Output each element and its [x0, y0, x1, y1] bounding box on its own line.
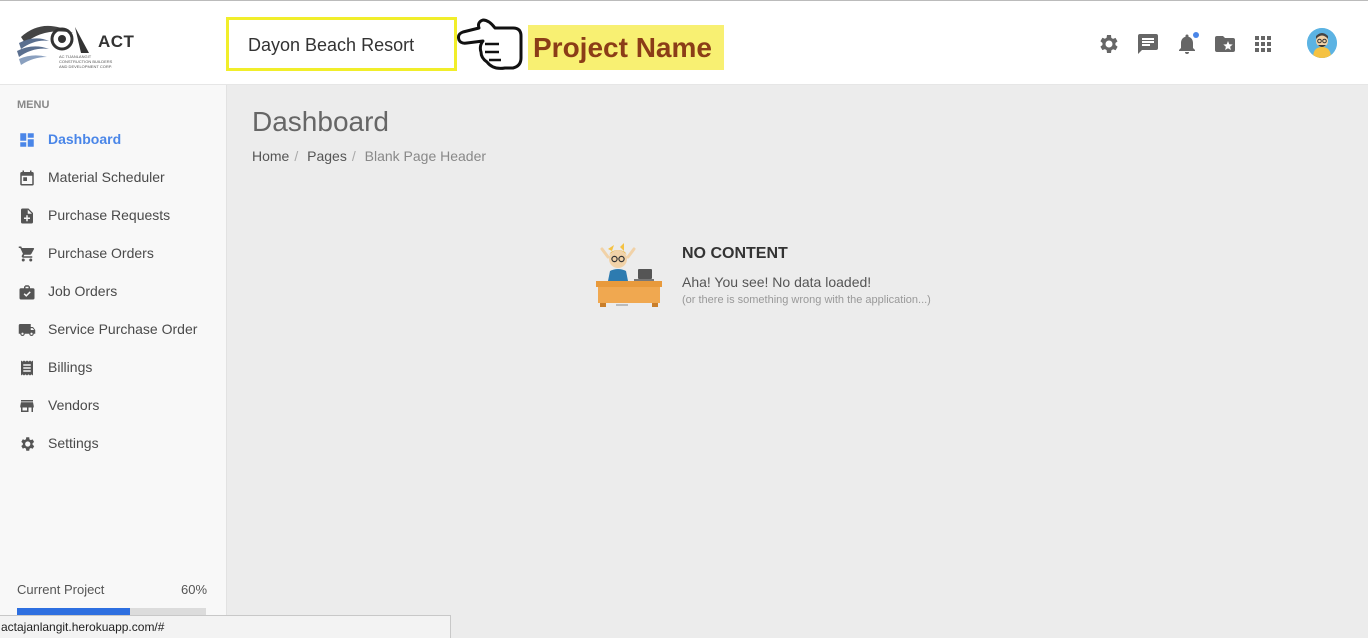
- breadcrumb-pages[interactable]: Pages: [307, 148, 347, 164]
- sidebar-item-purchase-orders[interactable]: Purchase Orders: [0, 234, 226, 272]
- project-name-annotation: Project Name: [528, 25, 724, 70]
- sidebar-item-label: Purchase Requests: [48, 207, 171, 223]
- no-content-message: Aha! You see! No data loaded!: [682, 274, 872, 290]
- sidebar-item-label: Vendors: [48, 397, 100, 413]
- menu-label: MENU: [17, 99, 50, 111]
- top-header: ACT AC TIJANLANGIT CONSTRUCTION BUILDERS…: [0, 0, 1368, 85]
- sidebar-item-vendors[interactable]: Vendors: [0, 386, 226, 424]
- no-content-title: NO CONTENT: [682, 245, 788, 262]
- breadcrumb-current: Blank Page Header: [364, 148, 487, 164]
- sidebar-item-label: Dashboard: [48, 131, 122, 147]
- sidebar-item-billings[interactable]: Billings: [0, 348, 226, 386]
- sidebar-item-dashboard[interactable]: Dashboard: [0, 120, 226, 158]
- current-project-label: Current Project: [17, 582, 105, 597]
- bell-icon[interactable]: [1175, 32, 1199, 56]
- notification-dot: [1193, 32, 1199, 38]
- no-content-illustration-icon: [596, 243, 662, 307]
- main-content: Dashboard Home / Pages / Blank Page Header…: [227, 85, 1368, 638]
- avatar-icon: [1307, 28, 1337, 58]
- sidebar-item-job-orders[interactable]: Job Orders: [0, 272, 226, 310]
- dashboard-icon: [20, 133, 34, 147]
- sidebar-item-label: Job Orders: [48, 283, 118, 299]
- sidebar-item-material-scheduler[interactable]: Material Scheduler: [0, 158, 226, 196]
- sidebar-item-label: Service Purchase Order: [48, 321, 198, 337]
- truck-icon: [18, 324, 36, 336]
- pointing-hand-icon: [457, 18, 523, 70]
- annotation-label: Project Name: [533, 32, 712, 63]
- cart-icon: [18, 246, 35, 262]
- breadcrumb: Home / Pages / Blank Page Header: [252, 148, 487, 164]
- store-icon: [20, 400, 34, 412]
- briefcase-check-icon: [19, 285, 35, 300]
- sidebar: MENU Dashboard Material Scheduler Purcha…: [0, 85, 227, 638]
- calendar-icon: [20, 170, 34, 186]
- sidebar-item-label: Settings: [48, 435, 99, 451]
- status-url: actajanlangit.herokuapp.com/#: [1, 620, 165, 634]
- current-project-percent: 60%: [181, 582, 208, 597]
- page-title: Dashboard: [252, 106, 389, 137]
- project-name-box[interactable]: Dayon Beach Resort: [226, 17, 457, 71]
- sidebar-item-purchase-requests[interactable]: Purchase Requests: [0, 196, 226, 234]
- gear-icon: [21, 437, 35, 451]
- company-logo[interactable]: ACT AC TIJANLANGIT CONSTRUCTION BUILDERS…: [15, 13, 134, 73]
- user-avatar[interactable]: [1307, 28, 1337, 58]
- sidebar-item-label: Billings: [48, 359, 93, 375]
- no-content-submessage: (or there is something wrong with the ap…: [682, 294, 931, 306]
- receipt-icon: [21, 360, 33, 376]
- sidebar-item-label: Material Scheduler: [48, 169, 165, 185]
- browser-status-bar: actajanlangit.herokuapp.com/#: [0, 615, 451, 638]
- gear-icon[interactable]: [1096, 32, 1120, 56]
- project-name: Dayon Beach Resort: [248, 35, 415, 55]
- apps-grid-icon[interactable]: [1251, 32, 1275, 56]
- note-add-icon: [21, 208, 33, 224]
- sidebar-item-label: Purchase Orders: [48, 245, 154, 261]
- logo-subtext: AC TIJANLANGIT CONSTRUCTION BUILDERS AND…: [59, 54, 113, 69]
- chat-icon[interactable]: [1136, 32, 1160, 56]
- breadcrumb-home[interactable]: Home: [252, 148, 289, 164]
- logo-text: ACT: [98, 32, 135, 51]
- folder-star-icon[interactable]: [1213, 32, 1237, 56]
- sidebar-item-service-purchase-order[interactable]: Service Purchase Order: [0, 310, 226, 348]
- sidebar-item-settings[interactable]: Settings: [0, 424, 226, 462]
